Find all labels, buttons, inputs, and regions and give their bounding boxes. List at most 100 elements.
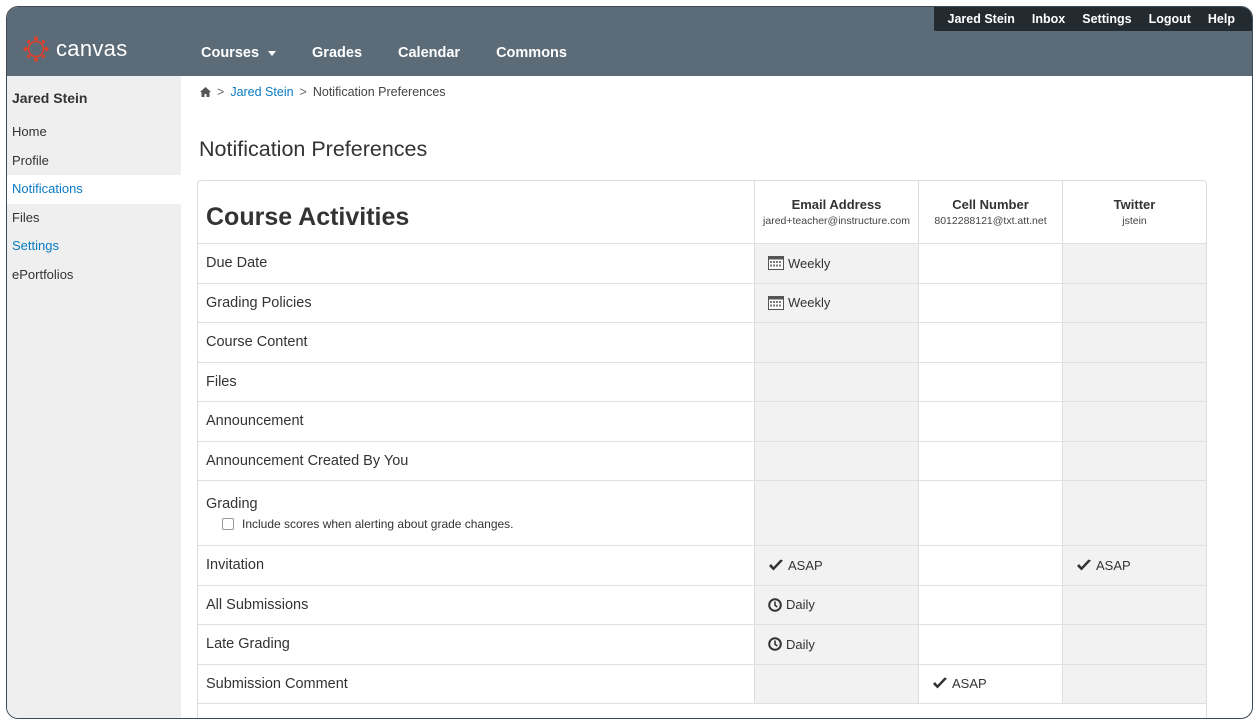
twitter-frequency-cell[interactable] [1062, 625, 1206, 664]
notification-label: Due Date [206, 255, 268, 272]
twitter-frequency-cell[interactable] [1062, 402, 1206, 441]
utility-settings-link[interactable]: Settings [1082, 12, 1131, 26]
notification-label: Course Content [206, 334, 308, 351]
clock-icon [768, 597, 782, 612]
cell-frequency-cell[interactable] [918, 481, 1062, 545]
twitter-frequency-cell[interactable]: ASAP [1062, 546, 1206, 585]
left-nav-item-files[interactable]: Files [7, 204, 181, 233]
main-nav: Courses Grades Calendar Commons [201, 45, 603, 61]
frequency-label: Daily [786, 636, 815, 652]
notification-label-cell: Course Content [198, 323, 754, 362]
twitter-frequency-cell[interactable] [1062, 664, 1206, 703]
notification-label-cell: Grading Include scores when alerting abou… [198, 481, 754, 545]
email-frequency-cell[interactable]: Daily [754, 585, 918, 624]
column-cell-value: 8012288121@txt.att.net [934, 215, 1047, 227]
cell-frequency-cell[interactable]: ASAP [918, 664, 1062, 703]
table-row: All Submissions Daily [198, 585, 1206, 625]
email-frequency-cell[interactable] [754, 481, 918, 545]
notification-label: Submission Comment [206, 675, 348, 692]
notification-label-cell: Submission Comment [198, 665, 754, 704]
twitter-frequency-cell[interactable] [1062, 244, 1206, 283]
utility-user-link[interactable]: Jared Stein [948, 12, 1015, 26]
calendar-icon [768, 256, 784, 271]
notification-label-cell: Announcement Created By You [198, 442, 754, 481]
notification-label-cell: Grading Policies [198, 284, 754, 323]
calendar-icon [768, 295, 784, 310]
nav-grades[interactable]: Grades [312, 45, 362, 61]
email-frequency-cell[interactable] [754, 441, 918, 480]
include-scores-checkbox[interactable] [222, 517, 234, 530]
table-row: Course Content [198, 323, 1206, 363]
include-scores-option[interactable]: Include scores when alerting about grade… [206, 517, 754, 531]
checkmark-icon [769, 559, 783, 571]
left-nav-item-profile[interactable]: Profile [7, 147, 181, 176]
utility-help-link[interactable]: Help [1208, 12, 1235, 26]
utility-logout-link[interactable]: Logout [1149, 12, 1191, 26]
notification-table: Course Activities Email Address jared+te… [197, 180, 1207, 718]
left-nav: Jared Stein Home Profile Notifications F… [7, 76, 181, 718]
cell-frequency-cell[interactable] [918, 625, 1062, 664]
frequency-label: Weekly [788, 295, 831, 311]
cell-frequency-cell[interactable] [918, 441, 1062, 480]
table-row: Invitation ASAP ASAP [198, 546, 1206, 586]
utility-inbox-link[interactable]: Inbox [1032, 12, 1065, 26]
cell-frequency-cell[interactable] [918, 323, 1062, 362]
twitter-frequency-cell[interactable] [1062, 323, 1206, 362]
left-nav-item-home[interactable]: Home [7, 118, 181, 147]
frequency-label: ASAP [952, 676, 987, 692]
notification-label: Invitation [206, 557, 265, 574]
email-frequency-cell[interactable]: Weekly [754, 283, 918, 322]
notification-label-cell: Announcement [198, 402, 754, 441]
column-cell: Cell Number 8012288121@txt.att.net [918, 181, 1062, 243]
notification-label: Grading Policies [206, 294, 312, 311]
email-frequency-cell[interactable] [754, 402, 918, 441]
table-row: Announcement [198, 402, 1206, 442]
left-nav-user: Jared Stein [12, 90, 88, 106]
chevron-down-icon [268, 50, 277, 56]
twitter-frequency-cell[interactable] [1062, 362, 1206, 401]
app-window: Jared Stein Inbox Settings Logout Help c… [6, 6, 1253, 719]
notification-label: Grading [206, 495, 258, 512]
canvas-logo[interactable]: canvas [23, 36, 128, 62]
left-nav-item-settings[interactable]: Settings [7, 232, 181, 261]
left-nav-item-notifications[interactable]: Notifications [7, 175, 181, 204]
twitter-frequency-cell[interactable] [1062, 283, 1206, 322]
cell-frequency-cell[interactable] [918, 283, 1062, 322]
cell-frequency-cell[interactable] [918, 546, 1062, 585]
frequency-label: ASAP [788, 557, 823, 573]
nav-courses[interactable]: Courses [201, 45, 277, 61]
left-nav-item-eportfolios[interactable]: ePortfolios [7, 261, 181, 290]
email-frequency-cell[interactable] [754, 323, 918, 362]
notification-label: Files [206, 373, 237, 390]
section-title: Course Activities [206, 202, 410, 231]
breadcrumb-user-link[interactable]: Jared Stein [230, 85, 293, 99]
table-row: Files [198, 362, 1206, 402]
cell-frequency-cell[interactable] [918, 585, 1062, 624]
table-body: Due Date Weekly Grading Policies Weekly Cour… [198, 244, 1206, 704]
email-frequency-cell[interactable]: ASAP [754, 546, 918, 585]
include-scores-label: Include scores when alerting about grade… [242, 516, 514, 531]
column-email-name: Email Address [791, 197, 882, 212]
nav-commons[interactable]: Commons [496, 45, 567, 61]
notification-label-cell: All Submissions [198, 586, 754, 625]
column-cell-name: Cell Number [952, 197, 1029, 212]
cell-frequency-cell[interactable] [918, 244, 1062, 283]
cell-frequency-cell[interactable] [918, 362, 1062, 401]
frequency-label: Weekly [788, 255, 831, 271]
twitter-frequency-cell[interactable] [1062, 441, 1206, 480]
email-frequency-cell[interactable]: Daily [754, 625, 918, 664]
clock-icon [768, 637, 782, 652]
checkmark-icon [1077, 559, 1091, 571]
canvas-logo-icon [23, 36, 49, 62]
nav-calendar[interactable]: Calendar [398, 45, 460, 61]
cell-frequency-cell[interactable] [918, 402, 1062, 441]
section-title-cell: Course Activities [198, 181, 754, 243]
email-frequency-cell[interactable] [754, 664, 918, 703]
logo-text: canvas [56, 36, 128, 61]
table-row: Grading Include scores when alerting abou… [198, 481, 1206, 546]
twitter-frequency-cell[interactable] [1062, 481, 1206, 545]
twitter-frequency-cell[interactable] [1062, 585, 1206, 624]
email-frequency-cell[interactable]: Weekly [754, 244, 918, 283]
email-frequency-cell[interactable] [754, 362, 918, 401]
home-icon[interactable] [200, 87, 211, 97]
